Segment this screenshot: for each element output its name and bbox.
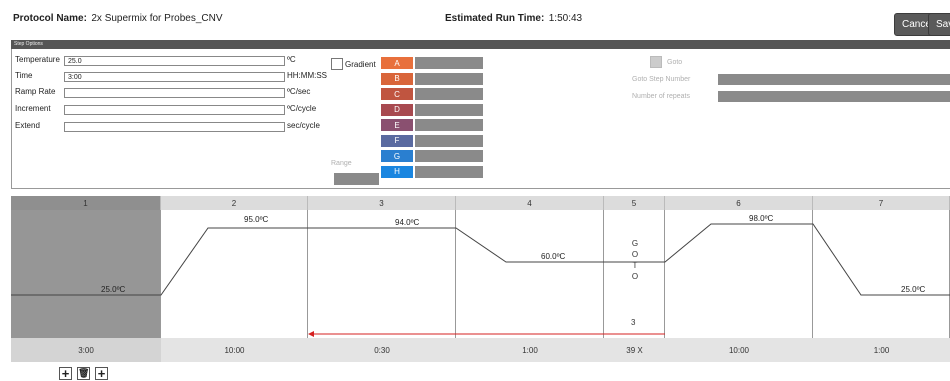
gradient-row-bar[interactable] bbox=[415, 103, 483, 116]
temperature-profile-line bbox=[11, 223, 950, 296]
range-bar[interactable] bbox=[334, 173, 379, 185]
field-label: Extend bbox=[15, 121, 40, 130]
step-time[interactable]: 10:00 bbox=[161, 338, 308, 362]
gradient-row-label: E bbox=[381, 119, 413, 131]
goto-arrow-head bbox=[308, 331, 314, 337]
field-label: Ramp Rate bbox=[15, 87, 56, 96]
gradient-row-bar[interactable] bbox=[415, 134, 483, 147]
gradient-row-label: H bbox=[381, 165, 413, 178]
repeats-label: Number of repeats bbox=[632, 93, 690, 100]
run-time-value: 1:50:43 bbox=[548, 13, 583, 24]
field-unit: ºC bbox=[287, 55, 296, 64]
goto-step-input[interactable] bbox=[718, 74, 950, 85]
range-label: Range bbox=[331, 160, 352, 167]
field-input[interactable] bbox=[64, 122, 285, 132]
field-unit: HH:MM:SS bbox=[287, 71, 327, 80]
field-label: Increment bbox=[15, 104, 51, 113]
temperature-profile bbox=[11, 223, 950, 337]
gradient-row-label: D bbox=[381, 103, 413, 116]
add-step-before-button[interactable]: + bbox=[59, 367, 72, 380]
gradient-row-label: F bbox=[381, 134, 413, 147]
step-time[interactable]: 0:30 bbox=[308, 338, 456, 362]
gradient-checkbox[interactable] bbox=[331, 58, 343, 70]
gradient-row-label: A bbox=[381, 57, 413, 69]
field-label: Time bbox=[15, 71, 33, 80]
field-label: Temperature bbox=[15, 55, 60, 64]
step-options-bar: Step Options bbox=[11, 40, 950, 49]
delete-step-button[interactable]: 🗑 bbox=[77, 367, 90, 380]
step-time[interactable]: 39 X bbox=[604, 338, 665, 362]
protocol-name-value: 2x Supermix for Probes_CNV bbox=[91, 13, 223, 24]
step-options-title: Step Options bbox=[14, 41, 43, 47]
field-unit: ºC/cycle bbox=[287, 104, 317, 113]
step-time[interactable]: 1:00 bbox=[813, 338, 950, 362]
step-options-panel: Temperature 25.0 ºC Time 3:00 HH:MM:SS Ramp Ra… bbox=[11, 49, 950, 189]
gradient-row-bar[interactable] bbox=[415, 119, 483, 131]
field-input[interactable]: 3:00 bbox=[64, 72, 285, 82]
gradient-row-bar[interactable] bbox=[415, 165, 483, 178]
field-input[interactable] bbox=[64, 88, 285, 98]
gradient-row-label: G bbox=[381, 150, 413, 162]
step-time[interactable]: 1:00 bbox=[456, 338, 604, 362]
goto-label: Goto bbox=[667, 59, 683, 66]
gradient-row-label: C bbox=[381, 88, 413, 100]
field-input[interactable]: 25.0 bbox=[64, 56, 285, 66]
step-time[interactable]: 10:00 bbox=[665, 338, 813, 362]
goto-step-label: Goto Step Number bbox=[632, 76, 691, 83]
add-step-after-button[interactable]: + bbox=[95, 367, 108, 380]
save-button[interactable]: Save bbox=[928, 13, 950, 36]
step-time[interactable]: 3:00 bbox=[11, 338, 161, 362]
goto-checkbox[interactable] bbox=[650, 56, 662, 68]
estimated-run-time: Estimated Run Time: 1:50:43 bbox=[445, 8, 582, 26]
gradient-row-label: B bbox=[381, 72, 413, 85]
gradient-row-bar[interactable] bbox=[415, 57, 483, 69]
field-unit: ºC/sec bbox=[287, 87, 311, 96]
field-input[interactable] bbox=[64, 105, 285, 115]
gradient-row-bar[interactable] bbox=[415, 88, 483, 100]
field-unit: sec/cycle bbox=[287, 121, 320, 130]
gradient-label: Gradient bbox=[345, 60, 376, 69]
protocol-name: Protocol Name: 2x Supermix for Probes_CN… bbox=[13, 8, 223, 26]
gradient-row-bar[interactable] bbox=[415, 150, 483, 162]
run-time-label: Estimated Run Time: bbox=[445, 13, 545, 24]
repeats-input[interactable] bbox=[718, 91, 950, 102]
gradient-row-bar[interactable] bbox=[415, 72, 483, 85]
protocol-graph: 1 3:00 2 10:00 3 0:30 4 1:00 5 39 X 6 10:00 7 1:00 25.… bbox=[11, 196, 950, 381]
protocol-name-label: Protocol Name: bbox=[13, 13, 87, 24]
